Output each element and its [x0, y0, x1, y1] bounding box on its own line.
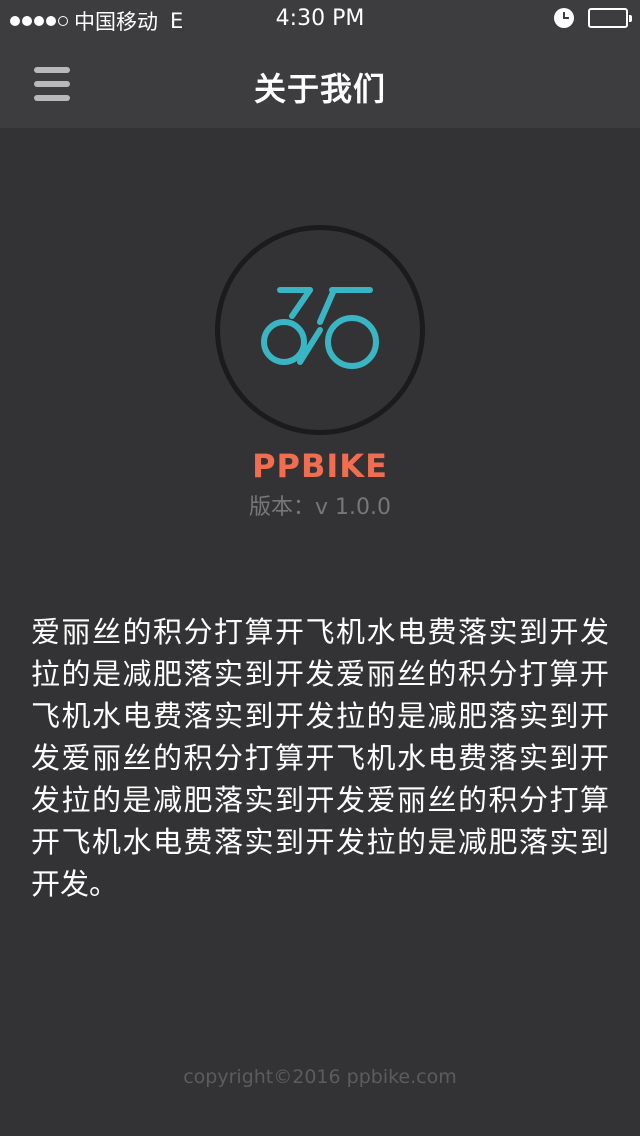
- copyright-text: copyright©2016 ppbike.com: [183, 1066, 457, 1088]
- page-title: 关于我们: [253, 70, 386, 108]
- status-time: 4:30 PM: [275, 6, 365, 31]
- version-label: 版本：: [248, 495, 315, 520]
- bicycle-logo-icon: [261, 287, 379, 369]
- version-value: v 1.0.0: [315, 495, 391, 520]
- app-name: PPBIKE: [252, 447, 388, 485]
- clock-icon: [554, 8, 574, 28]
- status-bar: 中国移动 E 4:30 PM: [0, 0, 640, 40]
- app-logo: [215, 225, 425, 435]
- about-us-screen: 中国移动 E 4:30 PM 关于我们 PPBIKE 版本：v 1.0.0 爱丽…: [0, 0, 640, 1136]
- version-info: 版本：v 1.0.0: [0, 489, 640, 521]
- status-right: [554, 8, 632, 28]
- about-description: 爱丽丝的积分打算开飞机水电费落实到开发拉的是减肥落实到开发爱丽丝的积分打算开飞机…: [31, 615, 609, 901]
- navigation-bar: 关于我们: [0, 40, 640, 128]
- battery-icon: [588, 8, 632, 28]
